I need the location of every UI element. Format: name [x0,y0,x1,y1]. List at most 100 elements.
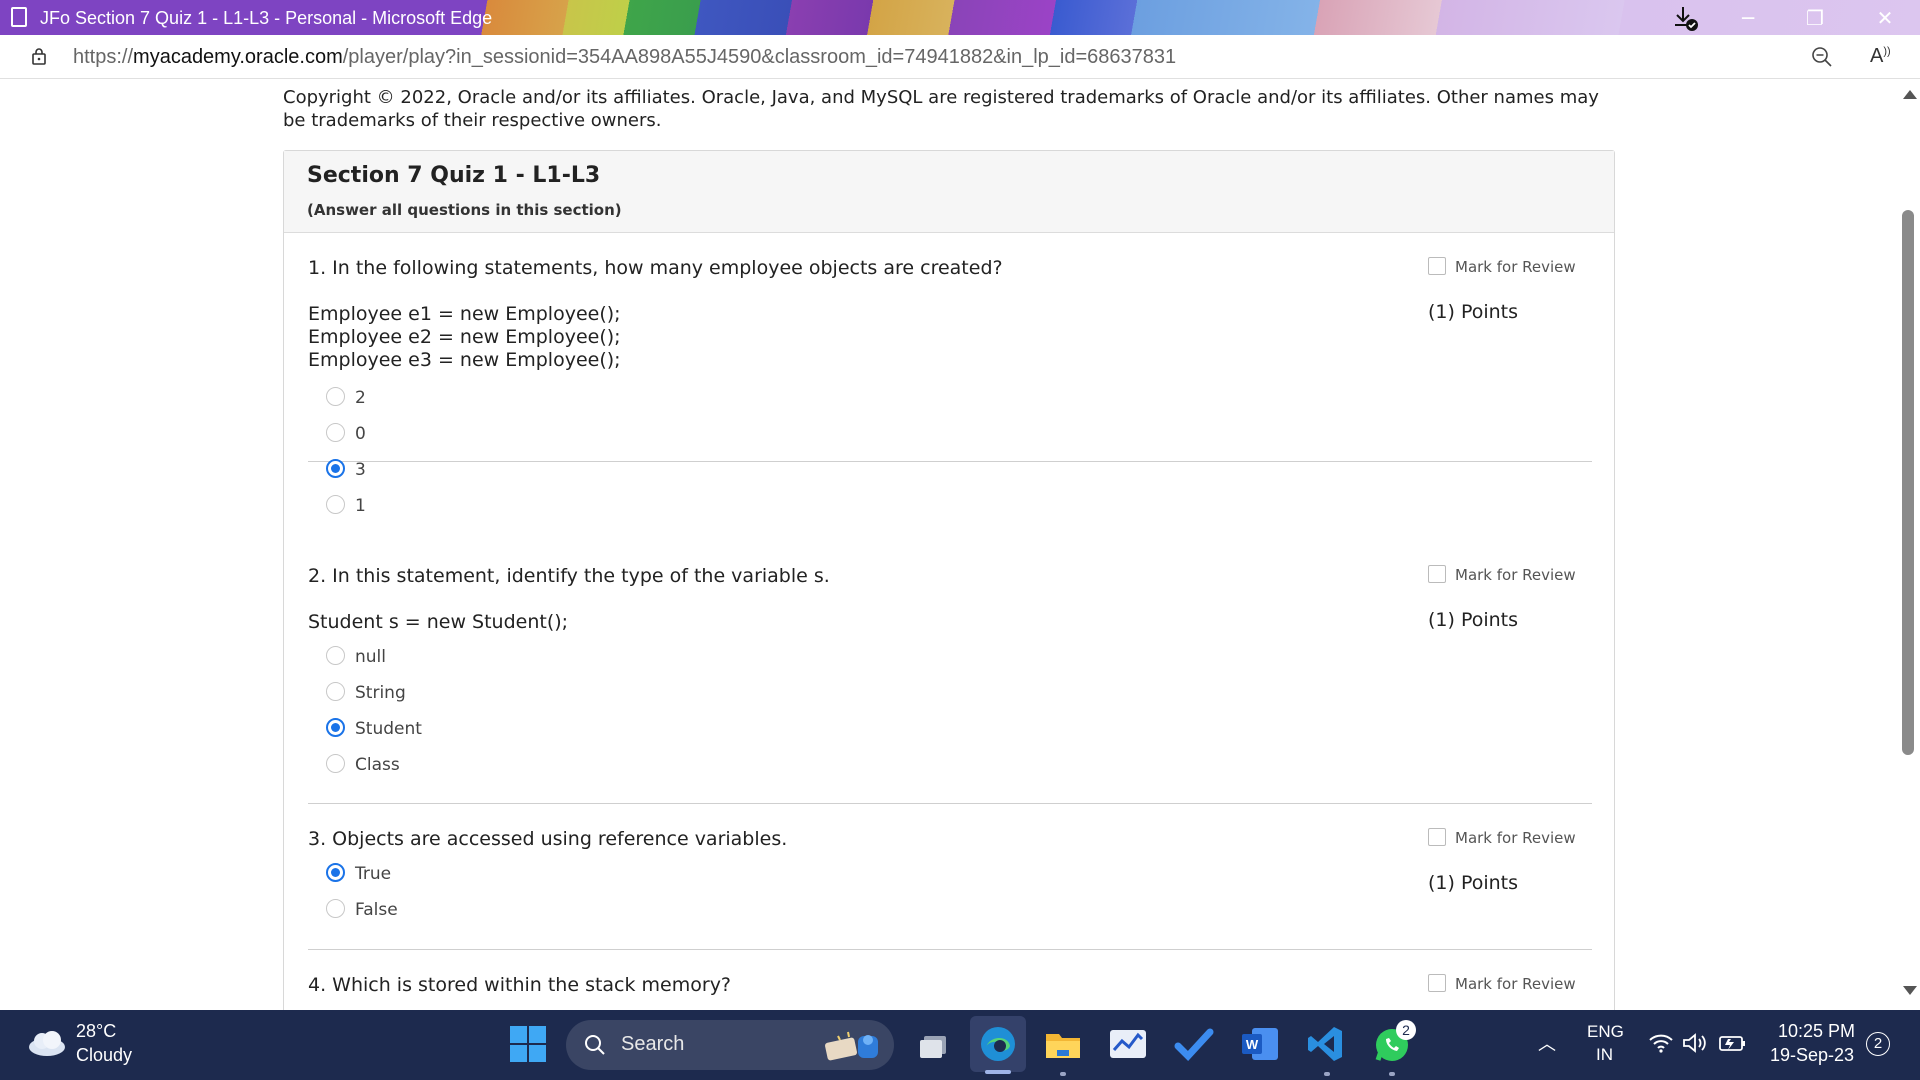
vscode-running-indicator [1324,1072,1330,1076]
stocks-icon[interactable] [1108,1024,1148,1064]
url-field[interactable]: https://myacademy.oracle.com/player/play… [73,46,1176,69]
read-aloud-icon[interactable]: A)) [1870,45,1891,68]
restore-button[interactable]: ❐ [1795,4,1835,32]
mark-for-review-label: Mark for Review [1455,566,1576,584]
mark-for-review-checkbox[interactable] [1428,974,1446,992]
radio-button-selected[interactable] [326,459,345,478]
mark-for-review-label: Mark for Review [1455,258,1576,276]
mark-for-review-checkbox[interactable] [1428,565,1446,583]
url-host: myacademy.oracle.com [133,46,343,68]
question-text: 3. Objects are accessed using reference … [308,828,788,850]
region-indicator[interactable]: IN [1596,1045,1613,1065]
points-label: (1) Points [1428,301,1519,323]
question-1: 1. In the following statements, how many… [308,233,1592,516]
explorer-running-indicator [1060,1072,1066,1076]
copyright-text: Copyright © 2022, Oracle and/or its affi… [283,87,1599,131]
mark-for-review[interactable]: Mark for Review [1428,828,1576,847]
option-label: 1 [355,496,366,516]
radio-button[interactable] [326,387,345,406]
option[interactable]: 0 [326,423,366,447]
zoom-out-icon[interactable] [1810,45,1834,69]
option-label: Student [355,719,422,739]
option-label: True [355,864,392,884]
mark-for-review[interactable]: Mark for Review [1428,565,1576,584]
task-view-icon[interactable] [914,1024,954,1064]
scroll-up-arrow-icon[interactable] [1903,90,1917,99]
option-label: null [355,647,386,667]
page-content: Copyright © 2022, Oracle and/or its affi… [0,80,1920,1010]
word-icon[interactable]: W [1240,1024,1280,1064]
question-code: Employee e1 = new Employee(); Employee e… [308,303,621,371]
volume-icon[interactable] [1682,1032,1708,1054]
taskbar-search[interactable]: Search [566,1020,894,1070]
url-path: /player/play?in_sessionid=354AA898A55J45… [342,46,1177,68]
vertical-scrollbar[interactable] [1898,80,1920,1010]
quiz-section: Section 7 Quiz 1 - L1-L3 (Answer all que… [283,150,1615,1010]
page-icon [11,7,27,27]
title-bar: JFo Section 7 Quiz 1 - L1-L3 - Personal … [0,0,1920,35]
option-label: False [355,900,398,920]
radio-button[interactable] [326,754,345,773]
downloads-icon[interactable] [1670,4,1700,32]
wifi-icon[interactable] [1648,1032,1674,1054]
mark-for-review[interactable]: Mark for Review [1428,257,1576,276]
whatsapp-running-indicator [1389,1072,1395,1076]
option[interactable]: String [326,682,406,706]
search-icon [585,1035,605,1055]
cloud-weather-icon[interactable] [26,1028,68,1058]
close-button[interactable]: ✕ [1865,4,1905,32]
option[interactable]: True [326,863,391,887]
radio-button[interactable] [326,495,345,514]
edge-icon [981,1027,1015,1061]
question-2: 2. In this statement, identify the type … [308,541,1592,804]
minimize-button[interactable]: ─ [1728,4,1768,32]
option-label: 3 [355,460,366,480]
search-highlight-icon [825,1031,878,1061]
todo-icon[interactable] [1174,1024,1214,1064]
lock-icon[interactable] [30,47,48,65]
clock-time[interactable]: 10:25 PM [1778,1021,1855,1042]
quiz-title: Section 7 Quiz 1 - L1-L3 [307,163,601,188]
show-hidden-icons-chevron-icon[interactable]: ︿ [1538,1030,1556,1056]
radio-button[interactable] [326,899,345,918]
points-label: (1) Points [1428,872,1519,894]
radio-button-selected[interactable] [326,863,345,882]
notification-count[interactable]: 2 [1866,1032,1890,1056]
radio-button[interactable] [326,682,345,701]
mark-for-review-checkbox[interactable] [1428,257,1446,275]
option[interactable]: 3 [326,459,366,483]
radio-button[interactable] [326,423,345,442]
option[interactable]: Student [326,718,422,742]
scroll-down-arrow-icon[interactable] [1903,986,1917,995]
search-label: Search [621,1033,685,1055]
quiz-subtitle: (Answer all questions in this section) [307,201,622,219]
address-bar: https://myacademy.oracle.com/player/play… [0,35,1920,79]
clock-date[interactable]: 19-Sep-23 [1770,1045,1854,1066]
option-label: 0 [355,424,366,444]
vscode-icon[interactable] [1306,1024,1346,1064]
battery-icon[interactable] [1718,1032,1746,1054]
mark-for-review-checkbox[interactable] [1428,828,1446,846]
weather-condition[interactable]: Cloudy [76,1045,132,1066]
mark-for-review-label: Mark for Review [1455,829,1576,847]
radio-button[interactable] [326,646,345,665]
edge-taskbar-button[interactable] [970,1016,1026,1072]
option[interactable]: Class [326,754,400,778]
option[interactable]: False [326,899,398,923]
option[interactable]: 1 [326,495,366,519]
mark-for-review[interactable]: Mark for Review [1428,974,1576,993]
question-4: 4. Which is stored within the stack memo… [308,950,1592,1010]
start-windows-icon[interactable] [508,1024,548,1064]
option-label: 2 [355,388,366,408]
file-explorer-icon[interactable] [1043,1024,1083,1064]
temperature[interactable]: 28°C [76,1021,116,1042]
scroll-thumb[interactable] [1902,210,1914,755]
radio-button-selected[interactable] [326,718,345,737]
svg-text:W: W [1246,1037,1259,1052]
option[interactable]: 2 [326,387,366,411]
window-title: JFo Section 7 Quiz 1 - L1-L3 - Personal … [40,8,493,28]
option-label: Class [355,755,400,775]
language-indicator[interactable]: ENG [1587,1022,1624,1042]
option[interactable]: null [326,646,386,670]
whatsapp-badge: 2 [1396,1020,1416,1040]
